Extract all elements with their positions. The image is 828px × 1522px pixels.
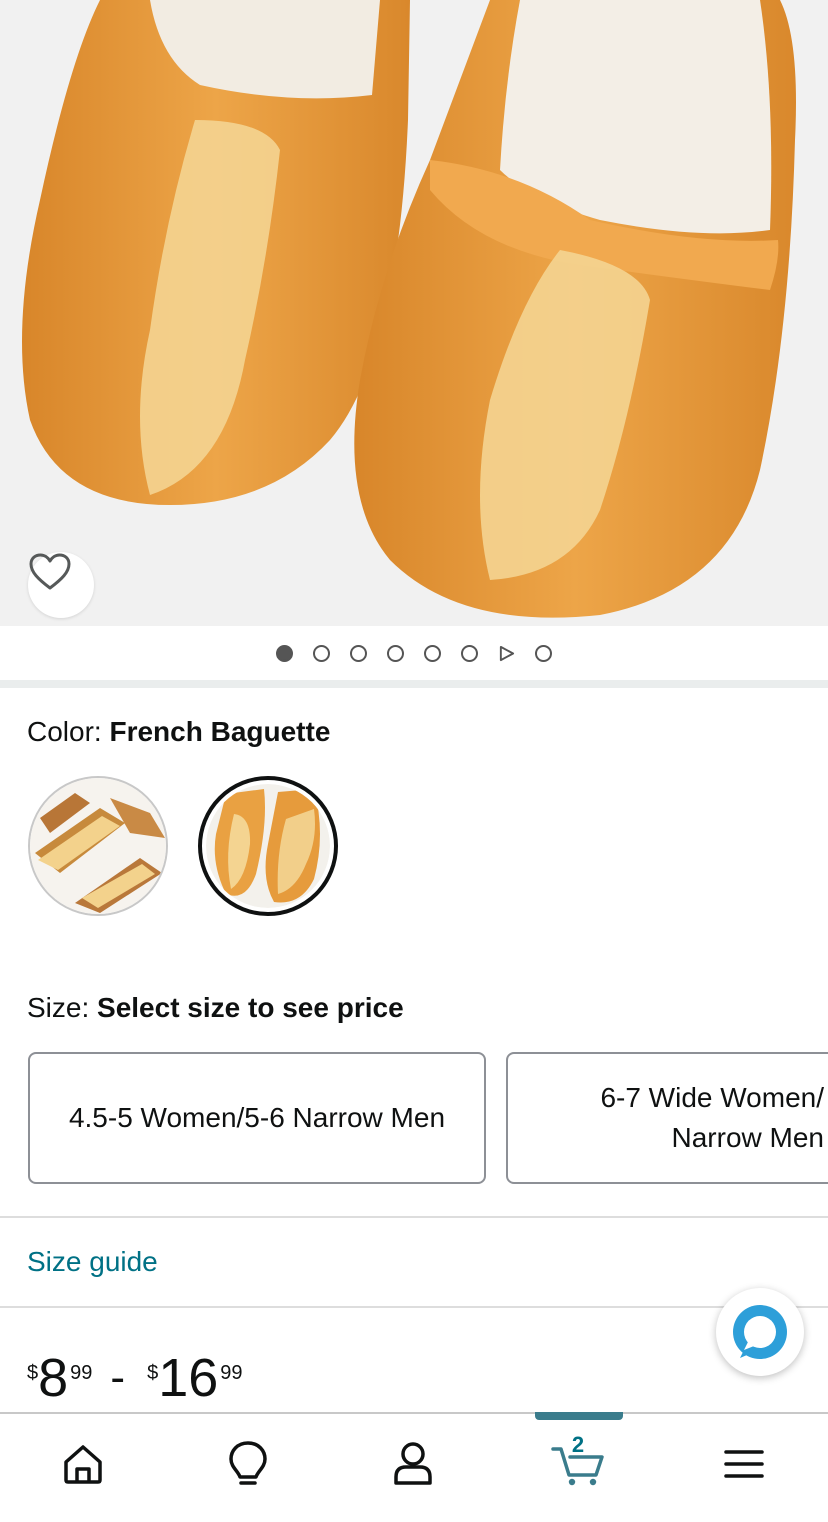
- nav-account[interactable]: [363, 1414, 463, 1514]
- size-option-button[interactable]: 4.5-5 Women/5-6 Narrow Men: [28, 1052, 486, 1184]
- size-option-button[interactable]: 6-7 Wide Women/ Narrow Men: [506, 1052, 828, 1184]
- currency-symbol: $: [27, 1362, 39, 1384]
- color-swatch-french-baguette[interactable]: [198, 776, 338, 916]
- section-divider: [0, 680, 828, 688]
- video-play-icon[interactable]: [498, 645, 515, 662]
- alexa-icon: [733, 1305, 787, 1359]
- baguette-slippers-image: [22, 0, 796, 618]
- alexa-button[interactable]: [716, 1288, 804, 1376]
- currency-symbol: $: [147, 1362, 159, 1384]
- size-guide-link[interactable]: Size guide: [27, 1246, 158, 1278]
- nav-menu[interactable]: [694, 1414, 794, 1514]
- nav-cart[interactable]: 2: [528, 1414, 628, 1514]
- account-icon: [394, 1442, 432, 1485]
- carousel-dot[interactable]: [276, 644, 293, 662]
- image-carousel-indicator[interactable]: [0, 626, 828, 680]
- carousel-dot[interactable]: [424, 644, 441, 662]
- size-prompt: Select size to see price: [97, 992, 404, 1023]
- divider: [0, 1216, 828, 1218]
- price-high-fraction: 99: [220, 1362, 243, 1384]
- color-swatch-variant[interactable]: [28, 776, 168, 916]
- price-range: $ 8 99 - $ 16 99: [27, 1350, 243, 1406]
- size-option-label: 4.5-5 Women/5-6 Narrow Men: [68, 1102, 446, 1133]
- size-label: Size: Select size to see price: [27, 992, 404, 1023]
- divider: [0, 1306, 828, 1308]
- size-option-label: 6-7 Wide Women/ Narrow Men: [600, 1082, 824, 1153]
- color-label: Color: French Baguette: [27, 716, 331, 747]
- price-separator: -: [110, 1353, 126, 1402]
- cart-count-badge: 2: [571, 1432, 585, 1457]
- home-icon: [64, 1445, 102, 1484]
- bottom-navigation: 2: [0, 1412, 828, 1522]
- wishlist-button[interactable]: [28, 552, 94, 618]
- product-image[interactable]: [0, 0, 828, 626]
- lightbulb-icon: [229, 1441, 267, 1485]
- swatch-image: [30, 778, 166, 914]
- selected-color: French Baguette: [109, 716, 331, 747]
- price-high-whole: 16: [158, 1348, 219, 1408]
- swatch-image: [206, 784, 330, 908]
- heart-icon: [29, 553, 71, 590]
- price-low-whole: 8: [38, 1348, 69, 1408]
- nav-home[interactable]: [33, 1414, 133, 1514]
- carousel-dot[interactable]: [387, 644, 404, 662]
- carousel-dot[interactable]: [313, 644, 330, 662]
- carousel-dot[interactable]: [350, 644, 367, 662]
- carousel-dot[interactable]: [535, 644, 552, 662]
- carousel-dot[interactable]: [461, 644, 478, 662]
- nav-inspire[interactable]: [198, 1414, 298, 1514]
- menu-icon: [724, 1450, 764, 1478]
- price-low-fraction: 99: [70, 1362, 93, 1384]
